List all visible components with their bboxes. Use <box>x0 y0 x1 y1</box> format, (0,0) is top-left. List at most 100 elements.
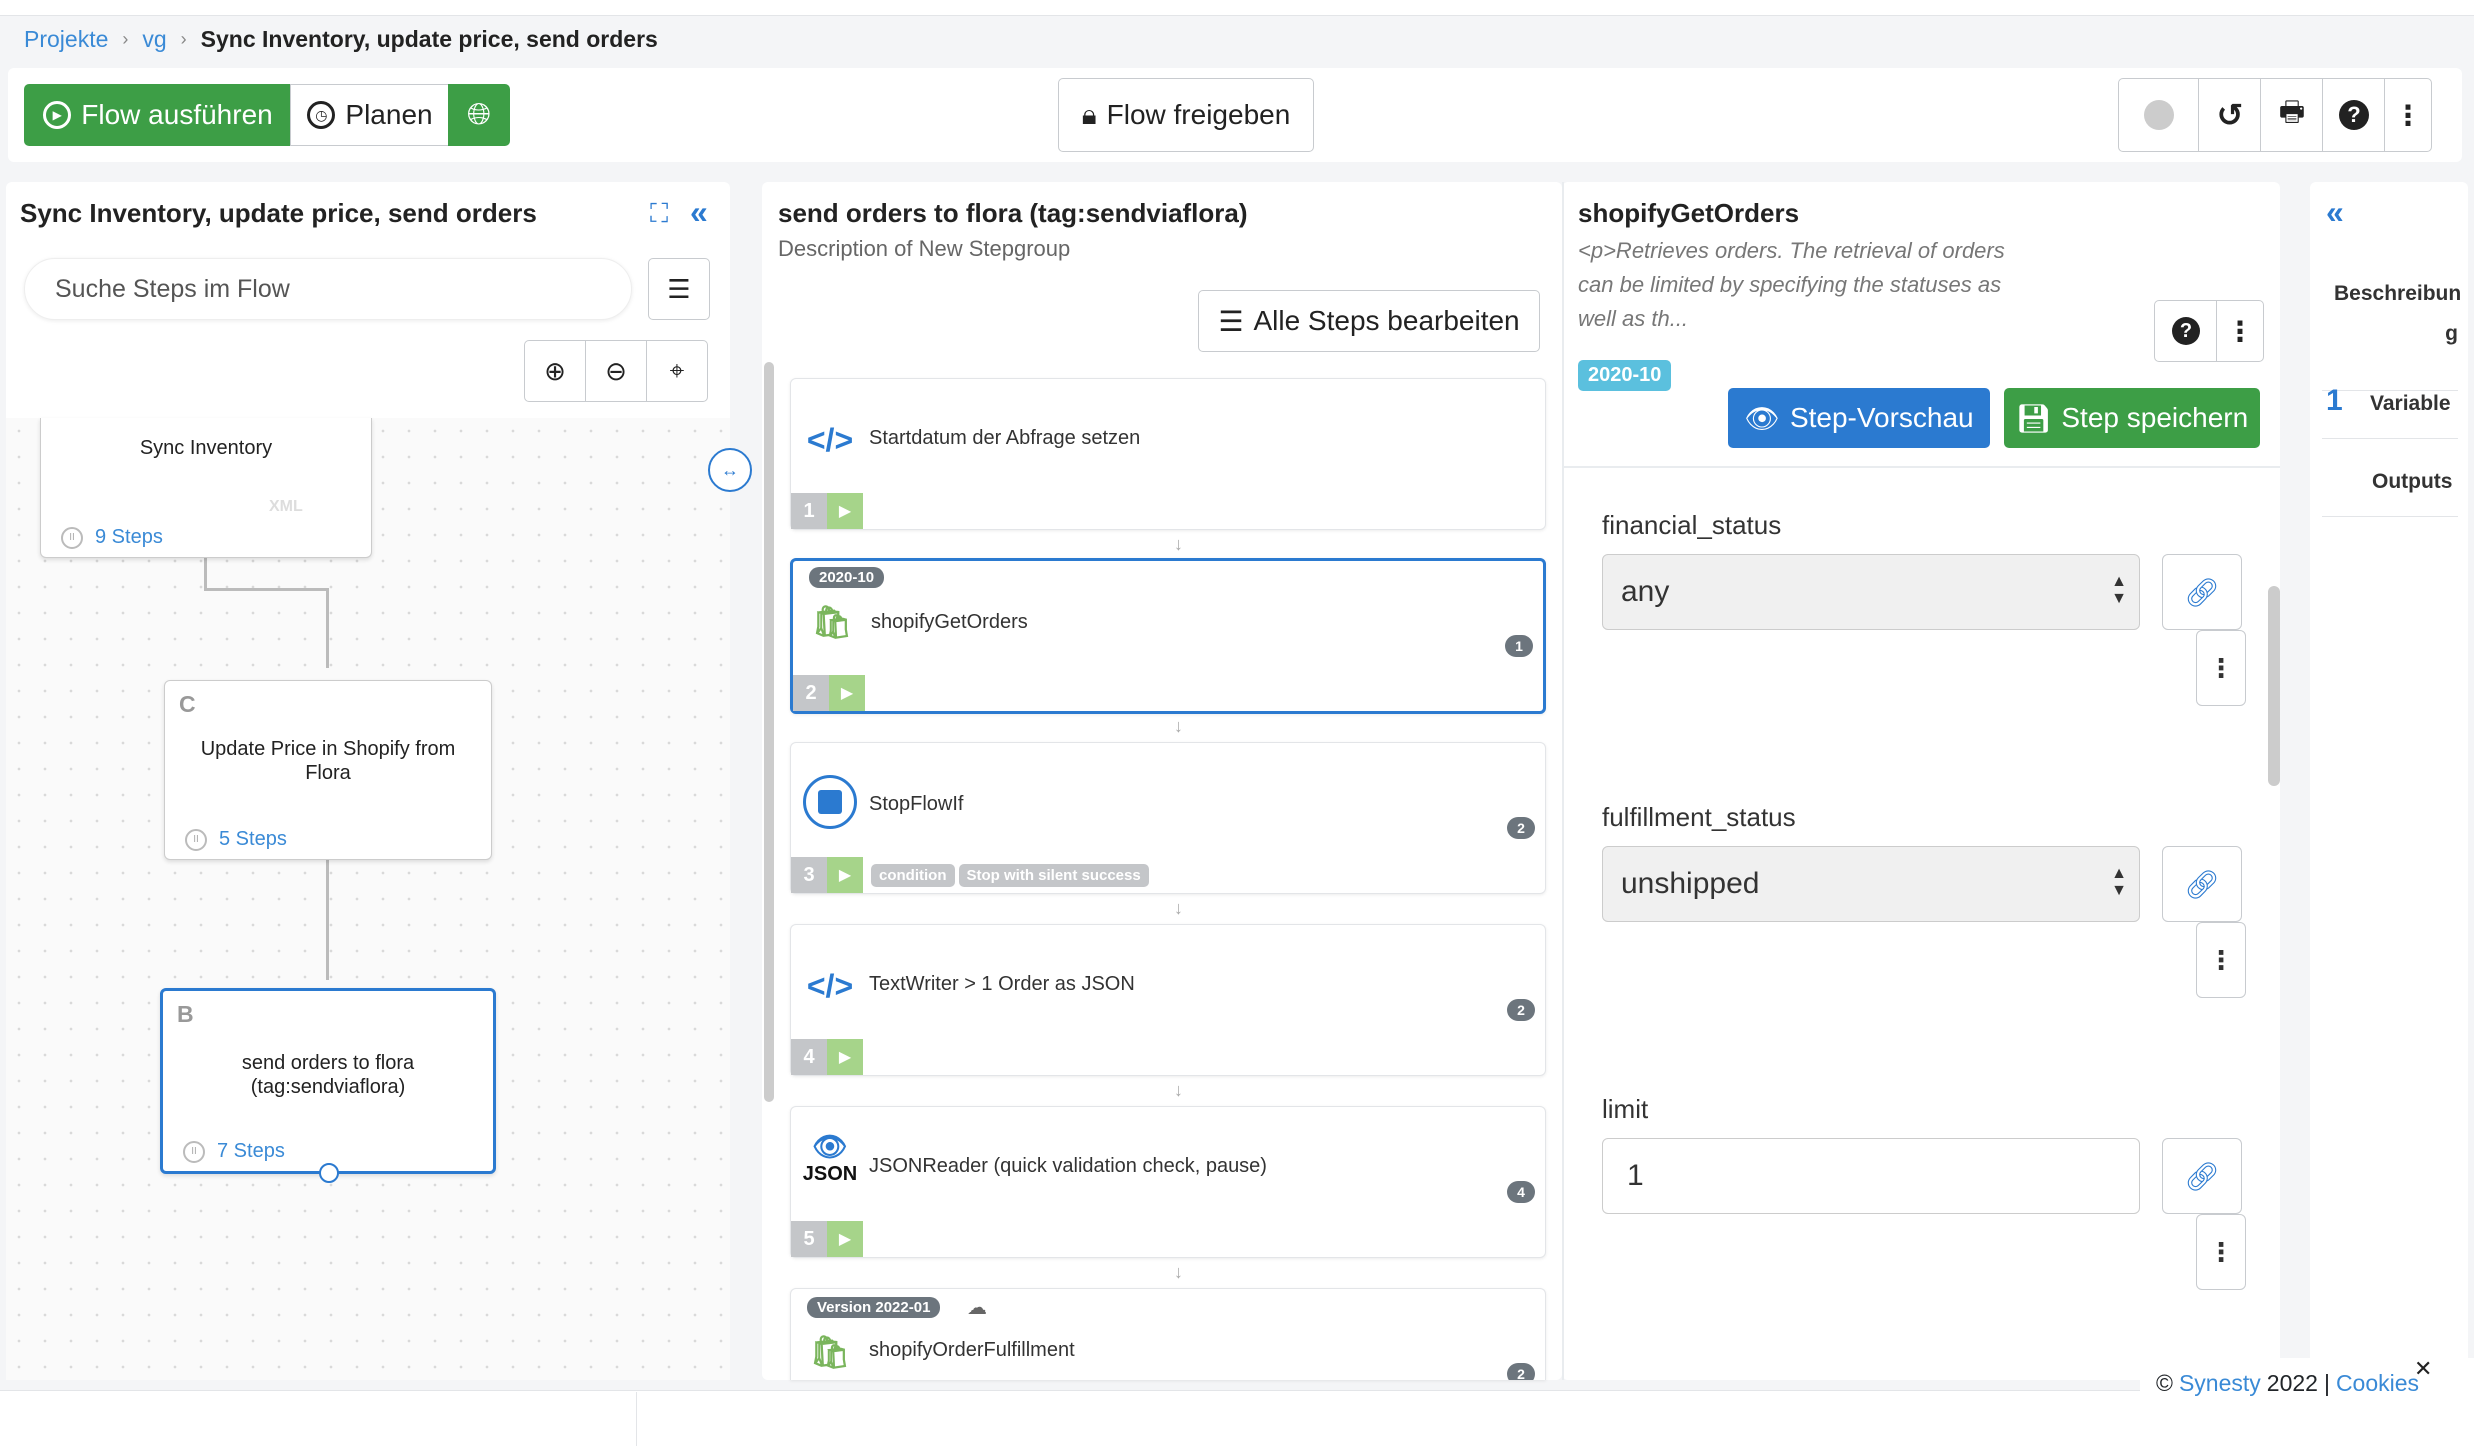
step-help-button[interactable]: ? <box>2154 300 2218 362</box>
share-flow-button[interactable]: 🔒︎ Flow freigeben <box>1058 78 1314 152</box>
pause-icon: II <box>61 526 83 549</box>
scrollbar[interactable] <box>2268 586 2280 786</box>
node-steps-link[interactable]: II 5 Steps <box>185 828 287 851</box>
link-button[interactable]: 🔗︎ <box>2162 1138 2242 1214</box>
globe-button[interactable]: 🌐︎ <box>448 84 510 146</box>
close-icon[interactable]: ✕ <box>2414 1356 2432 1382</box>
step-tag: Stop with silent success <box>958 863 1149 887</box>
tab-outputs[interactable]: Outputs <box>2372 470 2452 494</box>
flow-node-b[interactable]: B send orders to flora (tag:sendviaflora… <box>160 988 496 1183</box>
more-vertical-icon: ⋮ <box>2208 944 2234 975</box>
zoom-in-icon: ⊕ <box>544 355 566 386</box>
arrow-down-icon: ↓ <box>1174 716 1183 736</box>
history-icon: ↺ <box>2216 97 2244 133</box>
step-card-6[interactable]: Version 2022-01 ☁︎ 🛍︎ shopifyOrderFulfil… <box>790 1288 1546 1380</box>
resize-handle-icon[interactable]: ↔ <box>708 448 752 492</box>
collapse-left-icon[interactable]: « <box>690 194 708 231</box>
breadcrumb-projects[interactable]: Projekte <box>24 26 108 53</box>
flow-canvas[interactable] <box>6 418 730 1380</box>
version-badge: Version 2022-01 <box>807 1297 941 1318</box>
step-more-button[interactable]: ⋮ <box>2216 300 2264 362</box>
step-tag: condition <box>871 863 955 887</box>
field-more-button[interactable]: ⋮ <box>2196 922 2246 998</box>
chevron-right-icon: › <box>180 29 187 49</box>
expand-icon[interactable]: ⛶ <box>650 198 668 230</box>
flow-title: Sync Inventory, update price, send order… <box>20 198 537 228</box>
status-button[interactable] <box>2118 78 2200 152</box>
play-icon[interactable]: ▶ <box>827 493 863 529</box>
divider <box>2322 438 2458 439</box>
tab-description[interactable]: Beschreibun g <box>2334 274 2461 354</box>
step-save-button[interactable]: 💾︎ Step speichern <box>2004 388 2260 448</box>
list-view-button[interactable]: ☰ <box>648 258 710 320</box>
help-button[interactable]: ? <box>2322 78 2386 152</box>
link-icon: 🔗︎ <box>2184 576 2220 608</box>
play-icon[interactable]: ▶ <box>829 675 865 711</box>
crosshair-icon: ⌖ <box>669 355 685 385</box>
help-icon: ? <box>2172 317 2200 345</box>
step-card-4[interactable]: </> TextWriter > 1 Order as JSON 2 4 ▶ <box>790 924 1546 1076</box>
play-icon[interactable]: ▶ <box>827 1039 863 1075</box>
status-dot-icon <box>2144 100 2174 130</box>
more-button[interactable]: ⋮ <box>2384 78 2432 152</box>
version-badge: 2020-10 <box>809 567 885 588</box>
connector <box>326 860 329 980</box>
shopify-icon: 🛍︎ <box>809 1334 851 1370</box>
connector <box>204 558 207 590</box>
code-icon: </> <box>806 421 854 458</box>
divider <box>1562 182 1564 1380</box>
lock-icon: 🔒︎ <box>1081 98 1097 130</box>
footer-bar <box>0 1390 2474 1446</box>
step-card-3[interactable]: StopFlowIf 2 3 ▶ condition Stop with silen… <box>790 742 1546 894</box>
run-flow-button[interactable]: ▶ Flow ausführen <box>24 84 292 146</box>
breadcrumb-folder[interactable]: vg <box>142 26 166 53</box>
link-icon: 🔗︎ <box>2184 868 2220 900</box>
node-steps-link[interactable]: II 7 Steps <box>183 1140 285 1163</box>
play-icon[interactable]: ▶ <box>827 857 863 893</box>
step-card-2[interactable]: 2020-10 🛍︎ shopifyGetOrders 1 2 ▶ <box>790 558 1546 714</box>
xml-icon: XML <box>269 498 303 515</box>
zoom-out-button[interactable]: ⊖ <box>585 340 647 402</box>
tab-variable[interactable]: Variable <box>2370 392 2451 416</box>
more-vertical-icon: ⋮ <box>2208 652 2234 683</box>
toolbar: ▶ Flow ausführen ◷ Planen 🌐︎ 🔒︎ Flow fre… <box>8 68 2462 162</box>
stepgroup-description: Description of New Stepgroup <box>778 236 1071 261</box>
play-icon[interactable]: ▶ <box>827 1221 863 1257</box>
step-preview-button[interactable]: 👁︎ Step-Vorschau <box>1728 388 1990 448</box>
more-vertical-icon: ⋮ <box>2226 315 2254 347</box>
node-steps-link[interactable]: II 9 Steps <box>61 526 163 549</box>
link-button[interactable]: 🔗︎ <box>2162 554 2242 630</box>
history-button[interactable]: ↺ <box>2198 78 2262 152</box>
more-vertical-icon: ⋮ <box>2208 1236 2234 1267</box>
print-icon: 🖶︎ <box>2278 96 2306 127</box>
field-more-button[interactable]: ⋮ <box>2196 630 2246 706</box>
limit-input[interactable]: 1 <box>1602 1138 2140 1214</box>
print-button[interactable]: 🖶︎ <box>2260 78 2324 152</box>
globe-icon: 🌐︎ <box>467 98 491 131</box>
top-bar <box>0 0 2474 16</box>
step-card-5[interactable]: 👁︎ JSON JSONReader (quick validation chec… <box>790 1106 1546 1258</box>
step-description: <p>Retrieves orders. The retrieval of or… <box>1578 238 2005 331</box>
scrollbar[interactable] <box>764 362 774 1102</box>
connector <box>204 588 328 591</box>
search-steps-input[interactable]: Suche Steps im Flow <box>24 258 632 320</box>
center-button[interactable]: ⌖ <box>646 340 708 402</box>
chevron-right-icon: › <box>122 29 129 49</box>
fulfillment-status-select[interactable]: unshipped ▲ ▼ <box>1602 846 2140 922</box>
financial-status-select[interactable]: any ▲ ▼ <box>1602 554 2140 630</box>
collapse-right-icon[interactable]: « <box>2326 194 2344 231</box>
node-handle[interactable] <box>319 1163 339 1183</box>
flow-node-sync-inventory[interactable]: Sync Inventory XML II 9 Steps <box>40 418 372 558</box>
link-button[interactable]: 🔗︎ <box>2162 846 2242 922</box>
zoom-in-button[interactable]: ⊕ <box>524 340 586 402</box>
synesty-link[interactable]: Synesty <box>2179 1370 2261 1397</box>
flow-node-c[interactable]: C Update Price in Shopify from Flora II 5… <box>164 680 492 860</box>
clock-icon: ◷ <box>307 101 336 129</box>
field-more-button[interactable]: ⋮ <box>2196 1214 2246 1290</box>
edit-all-steps-button[interactable]: ☰ Alle Steps bearbeiten <box>1198 290 1540 352</box>
schedule-button[interactable]: ◷ Planen <box>290 84 450 146</box>
step-card-1[interactable]: </> Startdatum der Abfrage setzen 1 ▶ <box>790 378 1546 530</box>
arrow-down-icon: ↓ <box>1174 1080 1183 1100</box>
cookies-link[interactable]: Cookies <box>2336 1370 2419 1397</box>
play-icon: ▶ <box>43 101 72 129</box>
